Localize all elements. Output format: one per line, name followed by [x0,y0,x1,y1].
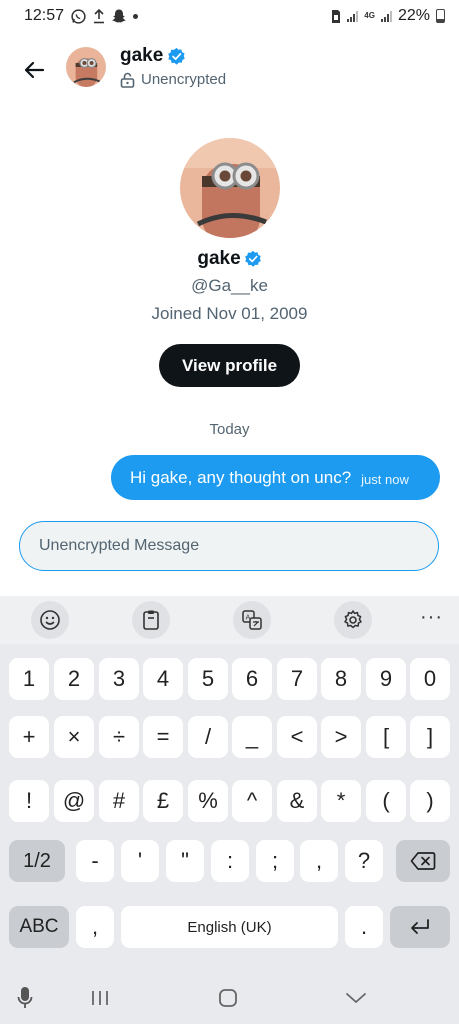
key-semicolon[interactable]: ; [256,840,294,882]
header-name-row[interactable]: gake [120,45,186,67]
conversation-header: gake Unencrypted [0,42,459,98]
key-exclamation[interactable]: ! [9,780,49,822]
key-6[interactable]: 6 [232,658,272,700]
encryption-status: Unencrypted [120,71,226,88]
backspace-icon [410,852,436,870]
key-hash[interactable]: # [99,780,139,822]
battery-icon [436,9,445,23]
enter-key[interactable] [390,906,450,948]
profile-avatar[interactable] [179,138,280,238]
clipboard-icon[interactable] [132,601,170,639]
key-page-toggle[interactable]: 1/2 [9,840,65,882]
key-divide[interactable]: ÷ [99,716,139,758]
key-9[interactable]: 9 [366,658,406,700]
key-comma[interactable]: , [300,840,338,882]
home-icon[interactable] [210,980,246,1016]
enter-icon [411,919,429,934]
key-greater-than[interactable]: > [321,716,361,758]
emoji-icon[interactable] [31,601,69,639]
profile-card: gake @Ga__ke Joined Nov 01, 2009 View pr… [0,138,459,387]
signal-icon [380,10,392,22]
snapchat-icon [111,7,127,25]
key-percent[interactable]: % [188,780,228,822]
header-avatar[interactable] [66,47,106,87]
back-button[interactable] [18,54,50,86]
key-ampersand[interactable]: & [277,780,317,822]
key-period[interactable]: . [345,906,383,948]
key-left-bracket[interactable]: [ [366,716,406,758]
message-input[interactable] [39,537,438,555]
message-text: Hi gake, any thought on unc? [130,467,352,487]
upload-icon [93,7,105,25]
sim-icon [331,7,341,25]
message-timestamp: just now [361,472,409,487]
view-profile-button[interactable]: View profile [159,344,300,387]
profile-name-row: gake [0,248,459,270]
keyboard: A ··· 1 2 3 4 5 6 7 8 9 0 + × ÷ = / _ < … [0,596,459,1024]
profile-handle: @Ga__ke [191,276,268,295]
whatsapp-icon [70,7,87,25]
encryption-status-label: Unencrypted [141,71,227,88]
key-pound[interactable]: £ [143,780,183,822]
key-right-bracket[interactable]: ] [410,716,450,758]
dot-icon [133,13,139,19]
verified-badge-icon [168,47,186,65]
key-2[interactable]: 2 [54,658,94,700]
key-question[interactable]: ? [345,840,383,882]
key-4[interactable]: 4 [143,658,183,700]
arrow-left-icon [24,61,45,79]
key-double-quote[interactable]: " [166,840,204,882]
key-plus[interactable]: + [9,716,49,758]
key-0[interactable]: 0 [410,658,450,700]
key-3[interactable]: 3 [99,658,139,700]
key-underscore[interactable]: _ [232,716,272,758]
svg-text:A: A [246,614,251,622]
key-left-paren[interactable]: ( [366,780,406,822]
key-comma-bottom[interactable]: , [76,906,114,948]
profile-name: gake [197,248,241,269]
header-name: gake [120,45,164,66]
status-right: 4G 22% [331,7,445,25]
space-bar[interactable]: English (UK) [121,906,338,948]
battery-percent: 22% [397,7,430,24]
key-colon[interactable]: : [211,840,249,882]
4g-icon: 4G [364,11,375,20]
key-multiply[interactable]: × [54,716,94,758]
key-right-paren[interactable]: ) [410,780,450,822]
key-equals[interactable]: = [143,716,183,758]
translate-icon[interactable]: A [233,601,271,639]
status-bar: 12:57 4G 22% [0,0,459,32]
more-icon[interactable]: ··· [420,606,443,629]
profile-joined-date: Joined Nov 01, 2009 [151,304,308,323]
keyboard-toolbar: A ··· [0,596,459,644]
key-at[interactable]: @ [54,780,94,822]
message-composer[interactable] [19,521,439,571]
unlock-icon [120,72,135,88]
key-slash[interactable]: / [188,716,228,758]
settings-icon[interactable] [334,601,372,639]
signal-icon [347,10,359,22]
system-nav-bar [0,972,459,1024]
key-abc[interactable]: ABC [9,906,69,948]
day-divider: Today [209,421,250,438]
key-5[interactable]: 5 [188,658,228,700]
backspace-key[interactable] [396,840,450,882]
status-left: 12:57 [24,7,139,25]
microphone-icon[interactable] [10,980,40,1016]
key-7[interactable]: 7 [277,658,317,700]
key-apostrophe[interactable]: ' [121,840,159,882]
verified-badge-icon [244,250,261,267]
key-asterisk[interactable]: * [321,780,361,822]
key-less-than[interactable]: < [277,716,317,758]
status-time: 12:57 [24,7,65,24]
chevron-down-icon[interactable] [338,980,374,1016]
key-hyphen[interactable]: - [76,840,114,882]
key-caret[interactable]: ^ [232,780,272,822]
key-1[interactable]: 1 [9,658,49,700]
key-8[interactable]: 8 [321,658,361,700]
recent-apps-icon[interactable] [82,980,118,1016]
message-bubble[interactable]: Hi gake, any thought on unc? just now [111,455,440,500]
